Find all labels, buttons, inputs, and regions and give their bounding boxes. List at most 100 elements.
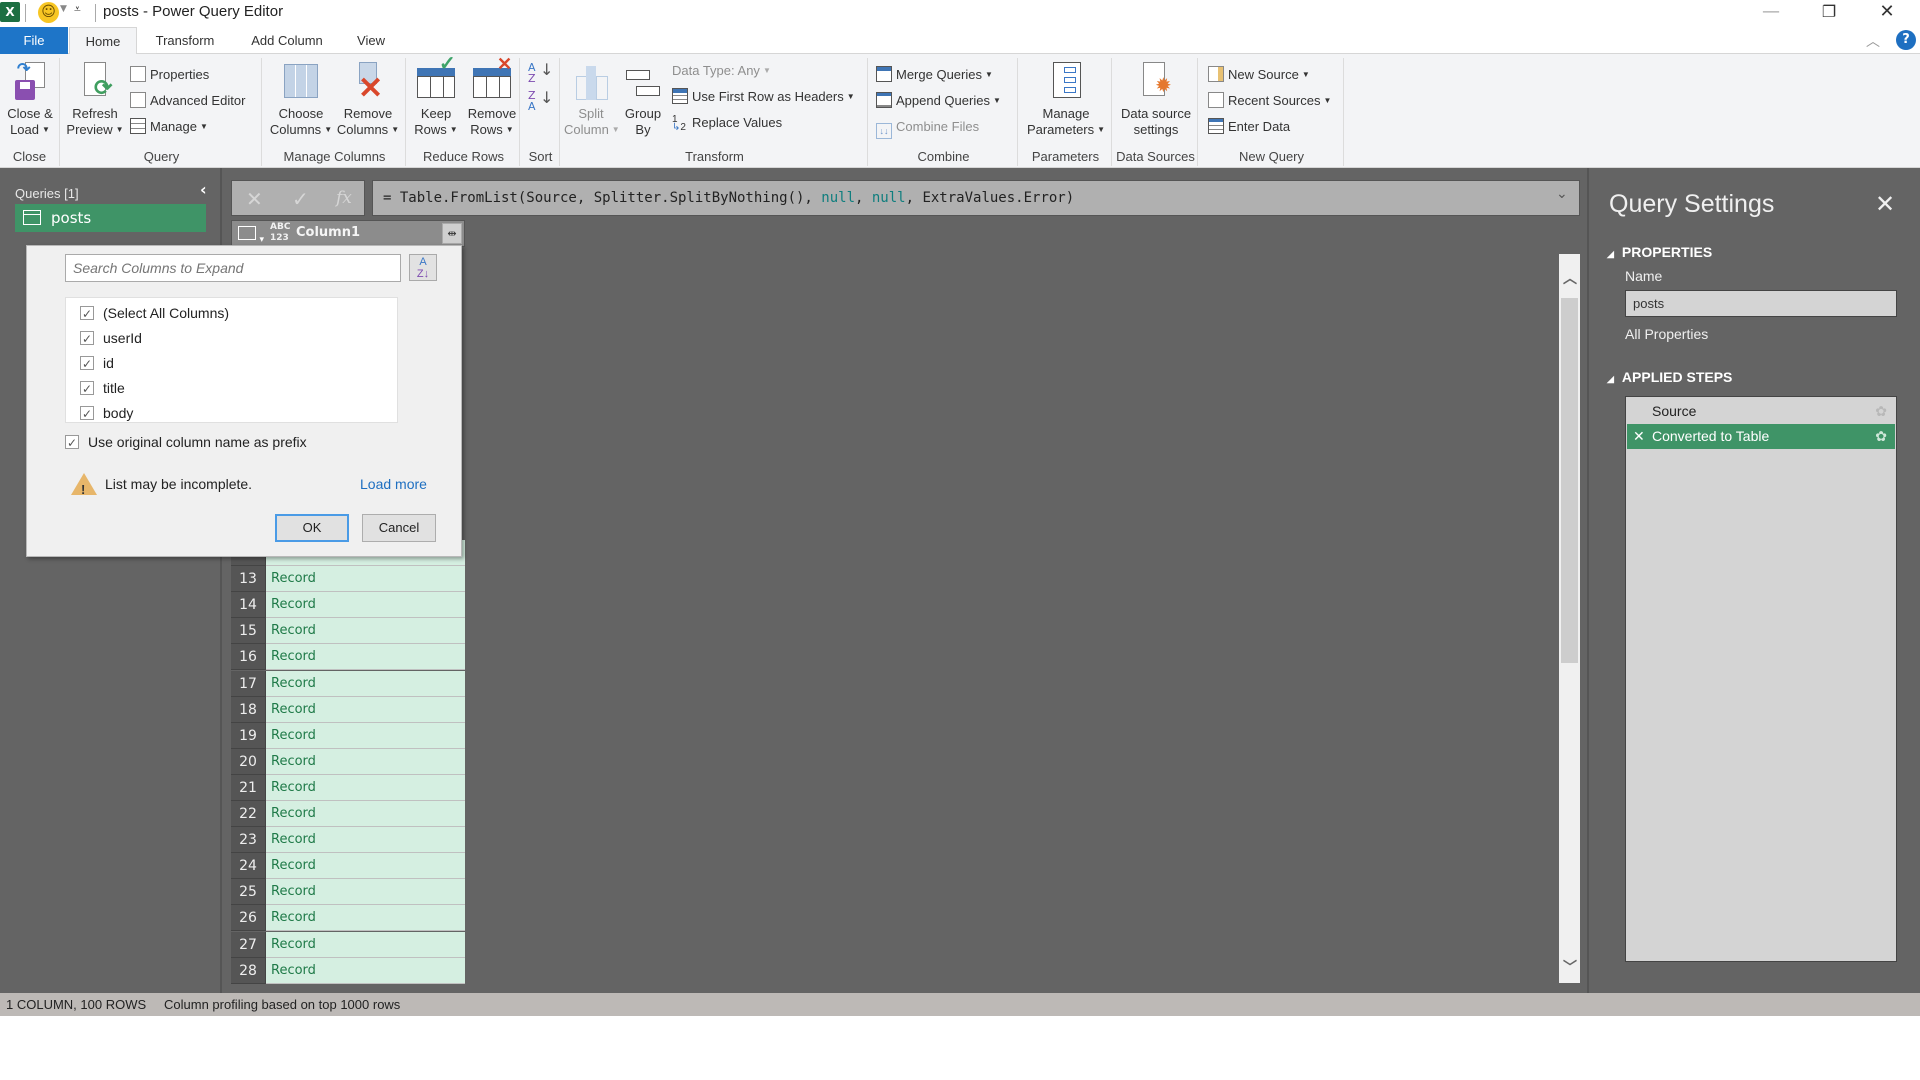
record-cell[interactable]: Record bbox=[266, 592, 465, 619]
collapse-pane-icon[interactable]: ‹ bbox=[200, 180, 207, 199]
row-number[interactable]: 16 bbox=[231, 644, 266, 671]
cancel-button[interactable]: Cancel bbox=[362, 514, 436, 542]
checkbox-use-prefix[interactable]: Use original column name as prefix bbox=[65, 432, 307, 453]
advanced-editor-button[interactable]: Advanced Editor bbox=[130, 90, 245, 112]
record-cell[interactable]: Record bbox=[266, 853, 465, 880]
record-cell[interactable]: Record bbox=[266, 566, 465, 593]
remove-rows-button[interactable]: ✕ Remove Rows ▼ bbox=[464, 55, 520, 138]
choose-columns-button[interactable]: Choose Columns ▼ bbox=[268, 58, 334, 138]
checkbox-userid[interactable]: userId bbox=[80, 328, 142, 349]
row-number[interactable]: 14 bbox=[231, 592, 266, 619]
remove-columns-button[interactable]: ✕ Remove Columns ▼ bbox=[334, 58, 402, 138]
step-source[interactable]: Source ✿ bbox=[1627, 399, 1895, 424]
customize-quick-access-icon[interactable]: ⩡ bbox=[74, 2, 81, 17]
tab-home[interactable]: Home bbox=[69, 27, 137, 55]
search-columns-input[interactable] bbox=[65, 254, 401, 282]
checkbox-id[interactable]: id bbox=[80, 353, 114, 374]
checkbox-select-all[interactable]: (Select All Columns) bbox=[80, 303, 229, 324]
record-cell[interactable]: Record bbox=[266, 748, 465, 775]
collapse-ribbon-icon[interactable]: ︿ bbox=[1866, 31, 1880, 51]
tab-file[interactable]: File bbox=[0, 27, 68, 54]
row-number[interactable]: 13 bbox=[231, 566, 266, 593]
checkbox-icon[interactable] bbox=[80, 304, 94, 324]
data-source-settings-button[interactable]: ✹ Data source settings bbox=[1116, 58, 1196, 138]
new-source-button[interactable]: New Source ▼ bbox=[1208, 64, 1310, 86]
row-number[interactable]: 21 bbox=[231, 774, 266, 801]
row-number[interactable]: 22 bbox=[231, 801, 266, 827]
row-number[interactable]: 26 bbox=[231, 905, 266, 932]
checkbox-icon[interactable] bbox=[80, 379, 94, 399]
scroll-up-icon[interactable]: ︿ bbox=[1563, 268, 1577, 288]
tab-add-column[interactable]: Add Column bbox=[241, 27, 333, 54]
refresh-preview-button[interactable]: ⟳ Refresh Preview ▼ bbox=[66, 58, 124, 138]
record-cell[interactable]: Record bbox=[266, 931, 465, 958]
checkbox-icon[interactable] bbox=[80, 329, 94, 349]
expand-column-icon[interactable]: ⇹ bbox=[442, 223, 462, 244]
sort-columns-button[interactable]: A Z↓ bbox=[409, 254, 437, 281]
row-number[interactable]: 24 bbox=[231, 853, 266, 880]
checkbox-body[interactable]: body bbox=[80, 403, 133, 424]
record-cell[interactable]: Record bbox=[266, 774, 465, 801]
row-number[interactable]: 17 bbox=[231, 670, 266, 697]
record-cell[interactable]: Record bbox=[266, 827, 465, 854]
record-cell[interactable]: Record bbox=[266, 670, 465, 697]
properties-section-header[interactable]: ◢ PROPERTIES bbox=[1607, 244, 1712, 260]
row-number[interactable]: 27 bbox=[231, 931, 266, 958]
group-by-button[interactable]: Group By bbox=[620, 58, 666, 138]
combine-files-button[interactable]: ↓↓ Combine Files bbox=[876, 116, 979, 139]
record-cell[interactable]: Record bbox=[266, 801, 465, 827]
record-cell[interactable]: Record bbox=[266, 618, 465, 645]
record-cell[interactable]: Record bbox=[266, 696, 465, 723]
applied-steps-section-header[interactable]: ◢ APPLIED STEPS bbox=[1607, 369, 1732, 385]
split-column-button[interactable]: Split Column ▼ bbox=[564, 58, 620, 138]
properties-button[interactable]: Properties bbox=[130, 64, 209, 86]
record-cell[interactable]: Record bbox=[266, 722, 465, 749]
table-menu-icon[interactable] bbox=[238, 226, 264, 245]
feedback-smiley-icon[interactable]: ☺ bbox=[38, 2, 59, 23]
close-window-button[interactable]: ✕ bbox=[1864, 0, 1910, 27]
append-queries-button[interactable]: Append Queries ▼ bbox=[876, 90, 1001, 112]
sort-ascending-button[interactable]: A Z ↓ bbox=[528, 62, 554, 88]
tab-transform[interactable]: Transform bbox=[145, 27, 225, 54]
row-number[interactable]: 23 bbox=[231, 827, 266, 854]
query-item-posts[interactable]: posts bbox=[15, 204, 206, 232]
gear-icon[interactable]: ✿ bbox=[1875, 424, 1887, 449]
row-number[interactable]: 15 bbox=[231, 618, 266, 645]
enter-data-button[interactable]: Enter Data bbox=[1208, 116, 1290, 138]
ok-button[interactable]: OK bbox=[275, 514, 349, 542]
expand-formula-bar-icon[interactable]: ⌄ bbox=[1556, 186, 1568, 202]
row-number[interactable]: 20 bbox=[231, 748, 266, 775]
record-cell[interactable]: Record bbox=[266, 957, 465, 984]
minimize-button[interactable]: — bbox=[1748, 0, 1794, 27]
load-more-link[interactable]: Load more bbox=[360, 471, 427, 497]
manage-parameters-button[interactable]: Manage Parameters ▼ bbox=[1024, 58, 1108, 138]
checkbox-title[interactable]: title bbox=[80, 378, 125, 399]
commit-formula-icon[interactable]: ✓ bbox=[292, 187, 309, 211]
scrollbar-thumb[interactable] bbox=[1561, 298, 1578, 663]
close-load-button[interactable]: ↷ Close & Load ▼ bbox=[4, 58, 56, 138]
fx-icon[interactable]: fx bbox=[336, 188, 352, 208]
sort-descending-button[interactable]: Z A ↓ bbox=[528, 90, 554, 116]
all-properties-link[interactable]: All Properties bbox=[1625, 326, 1708, 342]
data-type-dropdown[interactable]: Data Type: Any ▼ bbox=[672, 60, 771, 82]
row-number[interactable]: 28 bbox=[231, 957, 266, 984]
tab-view[interactable]: View bbox=[345, 27, 397, 54]
close-icon[interactable]: ✕ bbox=[1875, 190, 1895, 218]
gear-icon[interactable]: ✿ bbox=[1875, 399, 1887, 424]
formula-input[interactable]: = Table.FromList(Source, Splitter.SplitB… bbox=[372, 180, 1580, 216]
checkbox-icon[interactable] bbox=[80, 354, 94, 374]
query-name-input[interactable]: posts bbox=[1625, 290, 1897, 317]
vertical-scrollbar[interactable]: ︿ ﹀ bbox=[1559, 254, 1580, 983]
recent-sources-button[interactable]: Recent Sources ▼ bbox=[1208, 90, 1331, 112]
row-number[interactable]: 19 bbox=[231, 722, 266, 749]
merge-queries-button[interactable]: Merge Queries ▼ bbox=[876, 64, 993, 86]
help-icon[interactable]: ? bbox=[1896, 30, 1916, 50]
cancel-formula-icon[interactable]: ✕ bbox=[246, 187, 263, 211]
delete-step-icon[interactable]: ✕ bbox=[1633, 424, 1645, 449]
checkbox-icon[interactable] bbox=[80, 404, 94, 424]
row-number[interactable]: 18 bbox=[231, 696, 266, 723]
any-type-icon[interactable]: ABC 123 bbox=[270, 222, 290, 244]
chevron-down-icon[interactable]: ▼ bbox=[60, 4, 67, 14]
record-cell[interactable]: Record bbox=[266, 644, 465, 671]
manage-button[interactable]: Manage ▼ bbox=[130, 116, 208, 138]
